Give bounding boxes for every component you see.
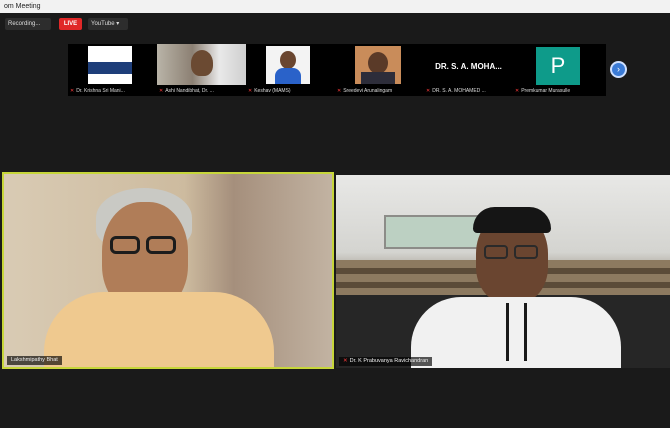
- participant-name: Keshav (MAMS): [254, 88, 291, 94]
- participant-name: Dr. Krishna Sri Mani...: [76, 88, 125, 94]
- participant-video: [355, 46, 401, 84]
- participant-tile[interactable]: DR. S. A. MOHA... ✕ DR. S. A. MOHAMED ...: [424, 44, 513, 96]
- mic-muted-icon: ✕: [337, 88, 342, 94]
- participant-tile[interactable]: ✕ Sreedevi Arunalingam: [335, 44, 424, 96]
- participant-name: Sreedevi Arunalingam: [343, 88, 393, 94]
- participant-tile[interactable]: P ✕ Premkumar Murasulle: [513, 44, 606, 96]
- window-title-bar: om Meeting: [0, 0, 670, 13]
- participant-tile[interactable]: ✕ Keshav (MAMS): [246, 44, 335, 96]
- participant-tile[interactable]: ✕ Dr. Krishna Sri Mani...: [68, 44, 157, 96]
- participant-name-display: DR. S. A. MOHA...: [435, 62, 502, 71]
- mic-muted-icon: ✕: [70, 88, 75, 94]
- participant-name: Premkumar Murasulle: [521, 88, 571, 94]
- live-badge[interactable]: LIVE: [59, 18, 82, 30]
- participant-video: [157, 44, 246, 85]
- participant-video-tile[interactable]: ✕ Dr. K Prabuvanya Ravichandran: [336, 175, 670, 368]
- window-title: om Meeting: [4, 3, 41, 10]
- participant-name: Dr. K Prabuvanya Ravichandran: [349, 358, 429, 364]
- participant-strip: ✕ Dr. Krishna Sri Mani... ✕ Ashi Nandibhat…: [68, 44, 606, 96]
- participant-name: DR. S. A. MOHAMED ...: [432, 88, 486, 94]
- participant-tile[interactable]: ✕ Ashi Nandibhat, Dr. ...: [157, 44, 246, 96]
- mic-muted-icon: ✕: [426, 88, 431, 94]
- slide-preview: [88, 46, 132, 84]
- mic-muted-icon: ✕: [159, 88, 164, 94]
- recording-indicator[interactable]: Recording...: [5, 18, 51, 30]
- participant-name: Ashi Nandibhat, Dr. ...: [165, 88, 214, 94]
- participant-video: [266, 46, 310, 84]
- speaker-name: Lakshmipathy Bhat: [11, 357, 58, 363]
- mic-muted-icon: ✕: [248, 88, 253, 94]
- mic-muted-icon: ✕: [343, 358, 348, 364]
- mic-muted-icon: ✕: [515, 88, 520, 94]
- meeting-toolbar: Recording... LIVE YouTube ▾: [0, 13, 670, 35]
- active-speaker-video[interactable]: Lakshmipathy Bhat: [2, 172, 334, 369]
- next-page-arrow-icon[interactable]: ›: [610, 61, 627, 78]
- youtube-stream-dropdown[interactable]: YouTube ▾: [88, 18, 128, 30]
- participant-initial-avatar: P: [536, 47, 580, 85]
